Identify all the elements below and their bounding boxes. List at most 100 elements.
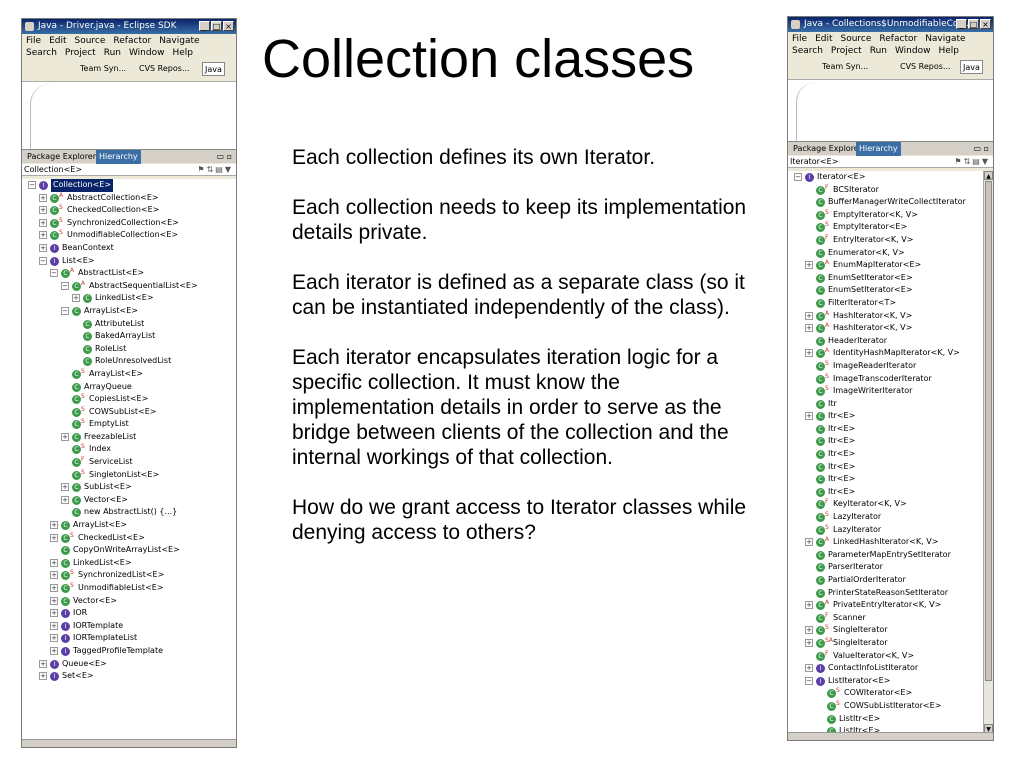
expand-icon[interactable]: + <box>39 206 47 215</box>
expand-icon[interactable]: + <box>50 609 58 618</box>
tree-row[interactable]: C Itr<E> <box>788 486 984 499</box>
maximize-button[interactable]: □ <box>968 19 979 29</box>
expand-icon[interactable]: + <box>50 646 58 655</box>
menu-refactor[interactable]: Refactor <box>113 36 151 46</box>
tree-row[interactable]: C ParameterMapEntrySetIterator <box>788 549 984 562</box>
menu-search[interactable]: Search <box>26 48 57 58</box>
collapse-icon[interactable]: − <box>61 306 69 315</box>
tree-row[interactable]: + I Queue<E> <box>22 658 236 671</box>
tree-row[interactable]: + C A PrivateEntryIterator<K, V> <box>788 599 984 612</box>
menu-file[interactable]: File <box>792 34 807 44</box>
expand-icon[interactable]: + <box>805 261 813 270</box>
tree-row[interactable]: + I BeanContext <box>22 242 236 255</box>
minimize-button[interactable]: _ <box>199 21 210 31</box>
menu-window[interactable]: Window <box>129 48 165 58</box>
collapse-icon[interactable]: − <box>39 256 47 265</box>
tree-row[interactable]: C S COWSubListIterator<E> <box>788 700 984 713</box>
tree-row[interactable]: + C A IdentityHashMapIterator<K, V> <box>788 347 984 360</box>
tree-row[interactable]: C S ImageWriterIterator <box>788 385 984 398</box>
tree-row[interactable]: + C ArrayList<E> <box>22 519 236 532</box>
tree-row[interactable]: + C A HashIterator<K, V> <box>788 322 984 335</box>
expand-icon[interactable]: + <box>61 483 69 492</box>
expand-icon[interactable]: + <box>805 664 813 673</box>
maximize-button[interactable]: □ <box>211 21 222 31</box>
tree-row[interactable]: + I IOR <box>22 607 236 620</box>
tree-row[interactable]: C AttributeList <box>22 318 236 331</box>
tree-row[interactable]: + C S UnmodifiableCollection<E> <box>22 229 236 242</box>
expand-icon[interactable]: + <box>72 294 80 303</box>
tree-row[interactable]: C S EmptyIterator<K, V> <box>788 209 984 222</box>
expand-icon[interactable]: + <box>805 538 813 547</box>
tree-row[interactable]: + C S UnmodifiableList<E> <box>22 582 236 595</box>
tree-row[interactable]: Cnew AbstractList() {...} <box>22 506 236 519</box>
tree-row[interactable]: + C A HashIterator<K, V> <box>788 310 984 323</box>
perspective-cvs[interactable]: CVS Repos... <box>137 62 192 76</box>
expand-icon[interactable]: + <box>50 634 58 643</box>
tree-row[interactable]: C S LazyIterator <box>788 524 984 537</box>
expand-icon[interactable]: + <box>39 243 47 252</box>
tree-row[interactable]: C S LazyIterator <box>788 511 984 524</box>
expand-icon[interactable]: + <box>50 621 58 630</box>
collapse-icon[interactable]: − <box>805 676 813 685</box>
tree-row[interactable]: C S ImageReaderIterator <box>788 360 984 373</box>
tree-row[interactable]: + C SA SingleIterator <box>788 637 984 650</box>
tree-row[interactable]: C BakedArrayList <box>22 330 236 343</box>
tree-row[interactable]: C RoleList <box>22 343 236 356</box>
tree-row[interactable]: C S SingletonList<E> <box>22 469 236 482</box>
minimize-button[interactable]: _ <box>956 19 967 29</box>
expand-icon[interactable]: + <box>50 533 58 542</box>
tree-row[interactable]: C S ArrayList<E> <box>22 368 236 381</box>
tree-row[interactable]: C F KeyIterator<K, V> <box>788 498 984 511</box>
menu-navigate[interactable]: Navigate <box>925 34 965 44</box>
tree-row[interactable]: C HeaderIterator <box>788 335 984 348</box>
tree-row[interactable]: + C S SynchronizedCollection<E> <box>22 217 236 230</box>
tree-row[interactable]: + C A LinkedHashIterator<K, V> <box>788 536 984 549</box>
menu-window[interactable]: Window <box>895 46 931 56</box>
menu-edit[interactable]: Edit <box>49 36 66 46</box>
tree-row[interactable]: C ParserIterator <box>788 561 984 574</box>
expand-icon[interactable]: + <box>805 324 813 333</box>
tree-row[interactable]: C F EntryIterator<K, V> <box>788 234 984 247</box>
tree-row[interactable]: C S ImageTranscoderIterator <box>788 373 984 386</box>
tree-row[interactable]: + C A AbstractCollection<E> <box>22 192 236 205</box>
tree-row[interactable]: + C LinkedList<E> <box>22 557 236 570</box>
menu-run[interactable]: Run <box>104 48 121 58</box>
expand-icon[interactable]: + <box>805 349 813 358</box>
tree-row[interactable]: + C S CheckedCollection<E> <box>22 204 236 217</box>
expand-icon[interactable]: + <box>50 521 58 530</box>
tree-row[interactable]: C RoleUnresolvedList <box>22 355 236 368</box>
tree-row[interactable]: C S CopiesList<E> <box>22 393 236 406</box>
tree-row[interactable]: C S Index <box>22 443 236 456</box>
menu-source[interactable]: Source <box>841 34 872 44</box>
perspective-java[interactable]: Java <box>960 60 983 74</box>
tree-row[interactable]: C PartialOrderIterator <box>788 574 984 587</box>
tree-row[interactable]: C Itr<E> <box>788 423 984 436</box>
tree-row[interactable]: + I Set<E> <box>22 670 236 683</box>
tree-row[interactable]: + C S SingleIterator <box>788 624 984 637</box>
view-menu-icon[interactable]: ▭ ▫ <box>216 150 232 164</box>
tree-row[interactable]: + C SubList<E> <box>22 481 236 494</box>
tree-row[interactable]: C ArrayQueue <box>22 381 236 394</box>
close-button[interactable]: × <box>223 21 234 31</box>
scroll-up-icon[interactable]: ▲ <box>984 171 993 180</box>
tree-row[interactable]: C F Scanner <box>788 612 984 625</box>
perspective-team-sync[interactable]: Team Syn... <box>820 60 870 74</box>
view-menu-icon[interactable]: ▭ ▫ <box>973 142 989 156</box>
tree-row[interactable]: + I ContactInfoListIterator <box>788 662 984 675</box>
scroll-thumb[interactable] <box>985 181 992 681</box>
tree-row[interactable]: C F ValueIterator<K, V> <box>788 650 984 663</box>
menu-edit[interactable]: Edit <box>815 34 832 44</box>
perspective-cvs[interactable]: CVS Repos... <box>898 60 953 74</box>
tree-row[interactable]: C FilterIterator<T> <box>788 297 984 310</box>
tree-row[interactable]: + C FreezableList <box>22 431 236 444</box>
expand-icon[interactable]: + <box>61 495 69 504</box>
tree-row[interactable]: + C A EnumMapIterator<E> <box>788 259 984 272</box>
tree-row[interactable]: − I Iterator<E> <box>788 171 984 184</box>
tree-row[interactable]: C Enumerator<K, V> <box>788 247 984 260</box>
tree-row[interactable]: C CopyOnWriteArrayList<E> <box>22 544 236 557</box>
tree-row[interactable]: − I Collection<E> <box>22 179 236 192</box>
tree-row[interactable]: − C A AbstractList<E> <box>22 267 236 280</box>
menu-navigate[interactable]: Navigate <box>159 36 199 46</box>
menu-project[interactable]: Project <box>65 48 96 58</box>
expand-icon[interactable]: + <box>50 596 58 605</box>
